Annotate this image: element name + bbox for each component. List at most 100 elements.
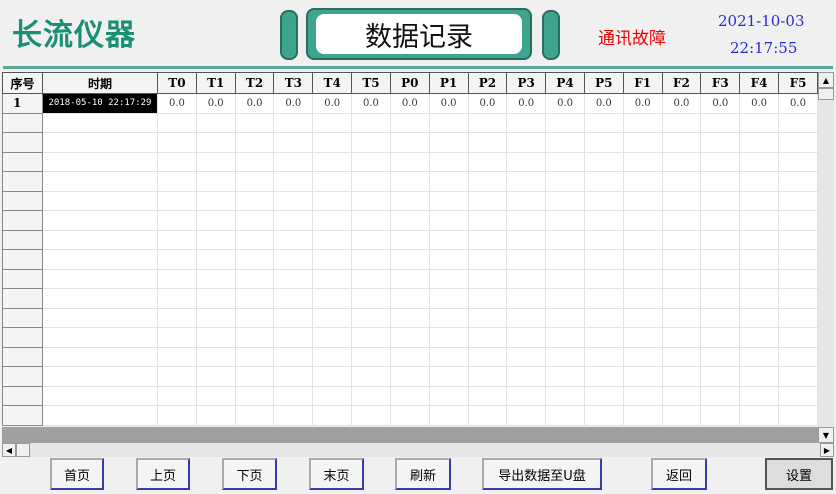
table-cell[interactable] [467,327,508,348]
table-cell[interactable] [506,288,547,309]
scroll-thumb[interactable] [818,88,834,100]
table-cell[interactable] [739,346,779,367]
table-cell[interactable] [700,288,741,309]
table-row[interactable]: 1 2018-05-10 22:17:29 0.0 0.0 0.0 0.0 0.0 0.0 0.… [2,93,818,114]
table-cell[interactable] [195,171,236,192]
table-cell[interactable] [661,132,702,153]
table-cell[interactable] [234,249,275,270]
table-cell[interactable] [583,210,624,231]
table-cell[interactable] [467,112,508,133]
column-header[interactable]: P0 [389,72,430,94]
table-cell[interactable] [428,210,469,231]
table-cell[interactable] [545,151,585,172]
table-cell[interactable] [389,132,430,153]
table-cell[interactable] [428,288,469,309]
table-cell[interactable] [351,346,391,367]
table-row[interactable] [2,210,818,231]
table-cell[interactable] [622,112,663,133]
table-cell[interactable] [234,268,275,289]
table-cell[interactable] [42,366,158,387]
table-cell[interactable] [583,405,624,426]
table-cell[interactable] [506,385,547,406]
table-cell[interactable]: 0.0 [157,93,197,114]
table-cell[interactable] [273,405,314,426]
table-cell[interactable] [42,327,158,348]
table-cell[interactable] [778,405,818,426]
table-cell[interactable] [2,132,43,153]
table-cell[interactable] [545,249,585,270]
table-cell[interactable] [195,112,236,133]
table-cell[interactable] [312,151,353,172]
back-button[interactable]: 返回 [651,458,707,490]
table-cell[interactable] [506,171,547,192]
table-cell[interactable] [545,229,585,250]
table-cell[interactable] [234,229,275,250]
table-cell[interactable] [545,346,585,367]
table-cell[interactable] [42,288,158,309]
table-cell[interactable]: 0.0 [700,93,741,114]
table-cell[interactable] [778,210,818,231]
table-cell[interactable] [661,385,702,406]
table-cell[interactable] [428,307,469,328]
table-cell[interactable] [42,151,158,172]
table-cell[interactable] [2,288,43,309]
table-cell[interactable] [312,327,353,348]
table-cell[interactable] [545,327,585,348]
table-cell[interactable] [234,366,275,387]
table-row[interactable] [2,405,818,426]
table-cell[interactable] [157,288,197,309]
table-row[interactable] [2,171,818,192]
column-header[interactable]: F2 [661,72,702,94]
table-cell[interactable] [428,171,469,192]
column-header[interactable]: T1 [195,72,236,94]
table-cell[interactable] [42,346,158,367]
column-header[interactable]: F1 [622,72,663,94]
table-cell[interactable] [351,171,391,192]
table-cell[interactable] [661,112,702,133]
table-cell[interactable]: 0.0 [506,93,547,114]
table-cell[interactable] [428,151,469,172]
table-cell[interactable] [42,385,158,406]
table-cell[interactable] [467,288,508,309]
table-cell[interactable] [157,171,197,192]
table-cell[interactable] [389,405,430,426]
table-cell[interactable] [195,405,236,426]
last-page-button[interactable]: 末页 [309,458,364,490]
table-cell[interactable] [467,366,508,387]
table-cell[interactable] [351,405,391,426]
table-cell[interactable] [312,385,353,406]
table-cell[interactable] [778,366,818,387]
table-cell[interactable] [661,151,702,172]
table-cell[interactable] [2,229,43,250]
table-cell[interactable] [778,151,818,172]
table-cell[interactable] [157,210,197,231]
table-cell[interactable] [312,249,353,270]
table-cell[interactable] [739,151,779,172]
table-cell[interactable] [312,268,353,289]
table-cell[interactable]: 0.0 [661,93,702,114]
column-header[interactable]: T5 [351,72,391,94]
table-cell[interactable] [700,151,741,172]
table-cell[interactable] [583,327,624,348]
table-cell[interactable]: 0.0 [312,93,353,114]
table-cell[interactable] [312,190,353,211]
table-cell[interactable] [583,151,624,172]
table-cell[interactable] [467,210,508,231]
table-cell[interactable] [622,229,663,250]
table-cell[interactable] [351,132,391,153]
table-cell[interactable] [622,132,663,153]
table-cell[interactable] [428,190,469,211]
table-cell[interactable]: 2018-05-10 22:17:29 [42,93,158,114]
table-cell[interactable] [312,112,353,133]
table-cell[interactable] [312,171,353,192]
table-cell[interactable]: 0.0 [739,93,779,114]
table-cell[interactable] [622,327,663,348]
table-cell[interactable] [42,405,158,426]
table-cell[interactable] [778,288,818,309]
table-cell[interactable] [312,405,353,426]
table-cell[interactable] [351,229,391,250]
table-cell[interactable] [195,346,236,367]
table-cell[interactable] [661,249,702,270]
column-header[interactable]: F3 [700,72,741,94]
table-cell[interactable] [661,268,702,289]
